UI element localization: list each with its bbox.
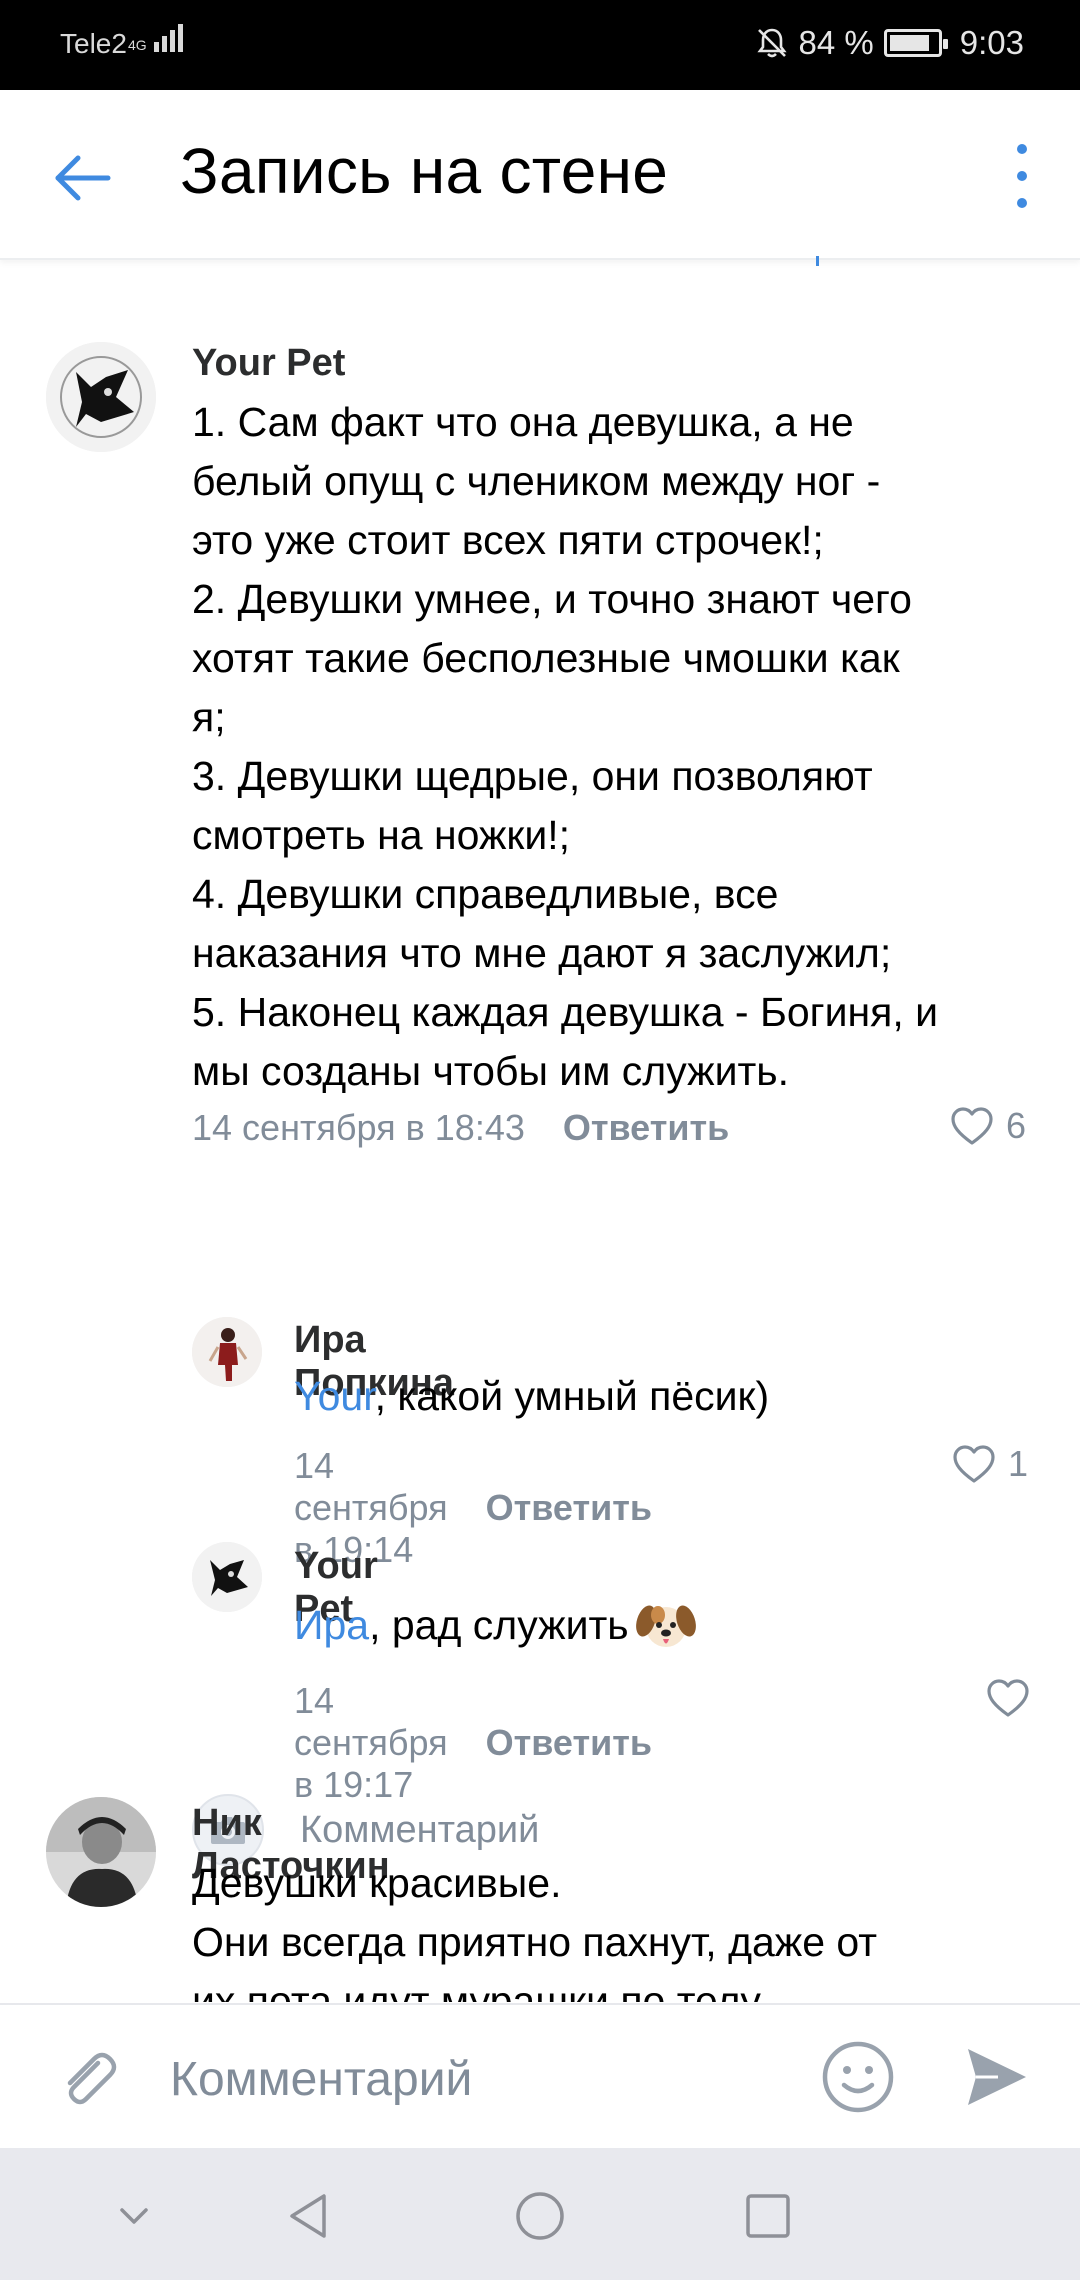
system-nav-bar xyxy=(0,2148,1080,2280)
nav-recents-button[interactable] xyxy=(740,2188,796,2244)
comment-text: Ира, рад служить xyxy=(294,1596,1054,1655)
avatar[interactable] xyxy=(192,1317,262,1387)
recents-square-icon xyxy=(746,2194,790,2238)
carrier-name: Tele2 xyxy=(60,28,127,59)
comment-meta: 14 сентября в 19:17 Ответить xyxy=(294,1680,652,1806)
dog-mask-avatar-icon xyxy=(46,342,156,452)
clock: 9:03 xyxy=(959,24,1024,61)
like-count: 6 xyxy=(1006,1105,1027,1146)
nav-hide-button[interactable] xyxy=(106,2188,162,2244)
signal-icon: 4G xyxy=(128,24,183,52)
comment-text: 1. Сам факт что она девушка, а не белый … xyxy=(192,399,939,1094)
like-button[interactable] xyxy=(986,1678,1042,1718)
avatar[interactable] xyxy=(192,1542,262,1612)
paperclip-icon xyxy=(67,2052,117,2105)
bell-muted-icon xyxy=(756,28,787,58)
back-triangle-icon xyxy=(290,2194,326,2238)
heart-icon xyxy=(951,1107,993,1145)
comment-meta: 14 сентября в 18:43 Ответить xyxy=(192,1107,729,1149)
emoji-button[interactable] xyxy=(820,2039,896,2115)
back-button[interactable] xyxy=(50,145,116,211)
home-circle-icon xyxy=(516,2192,564,2240)
app-header: Запись на стене xyxy=(0,90,1080,266)
reply-button[interactable]: Ответить xyxy=(486,1487,652,1529)
mention-link[interactable]: Your xyxy=(294,1373,375,1419)
heart-icon xyxy=(987,1679,1029,1717)
user-photo-avatar-icon xyxy=(46,1797,156,1907)
more-vertical-icon[interactable] xyxy=(1010,140,1034,212)
battery-icon xyxy=(883,29,948,57)
comment-input[interactable] xyxy=(170,2047,790,2111)
send-icon xyxy=(968,2049,1026,2105)
reply-button[interactable]: Ответить xyxy=(486,1722,652,1764)
send-button[interactable] xyxy=(962,2043,1030,2111)
nav-home-button[interactable] xyxy=(512,2188,568,2244)
dog-face-emoji xyxy=(635,1605,696,1647)
comment-author[interactable]: Your Pet xyxy=(192,342,345,385)
avatar[interactable] xyxy=(46,1797,156,1907)
smile-icon xyxy=(822,2041,894,2113)
network-type: 4G xyxy=(128,37,147,53)
chevron-down-icon xyxy=(120,2208,148,2224)
comments-feed[interactable]: Your Pet 1. Сам факт что она девушка, а … xyxy=(0,262,1080,2002)
user-photo-avatar-icon xyxy=(192,1317,262,1387)
comment-composer xyxy=(0,2003,1080,2148)
mention-link[interactable]: Ира xyxy=(294,1602,369,1648)
comment-date: 14 сентября в 19:17 xyxy=(294,1680,448,1805)
like-count: 1 xyxy=(1008,1443,1029,1484)
comment-date: 14 сентября в 18:43 xyxy=(192,1107,525,1148)
page-title: Запись на стене xyxy=(180,135,669,207)
heart-icon xyxy=(953,1445,995,1483)
like-button[interactable]: 6 xyxy=(950,1105,1026,1147)
comment-text: Девушки красивые. Они всегда приятно пах… xyxy=(192,1860,878,2002)
arrow-left-icon xyxy=(55,155,111,201)
avatar[interactable] xyxy=(46,342,156,452)
attach-button[interactable] xyxy=(50,2041,122,2113)
reply-button[interactable]: Ответить xyxy=(563,1107,729,1149)
status-bar: Tele2 4G 84 % 9:03 xyxy=(0,0,1080,90)
comment-text: Your, какой умный пёсик) xyxy=(294,1373,770,1419)
like-button[interactable]: 1 xyxy=(952,1443,1028,1485)
dog-mask-avatar-icon xyxy=(192,1542,262,1612)
nav-back-button[interactable] xyxy=(282,2188,338,2244)
battery-percent: 84 % xyxy=(798,24,874,61)
